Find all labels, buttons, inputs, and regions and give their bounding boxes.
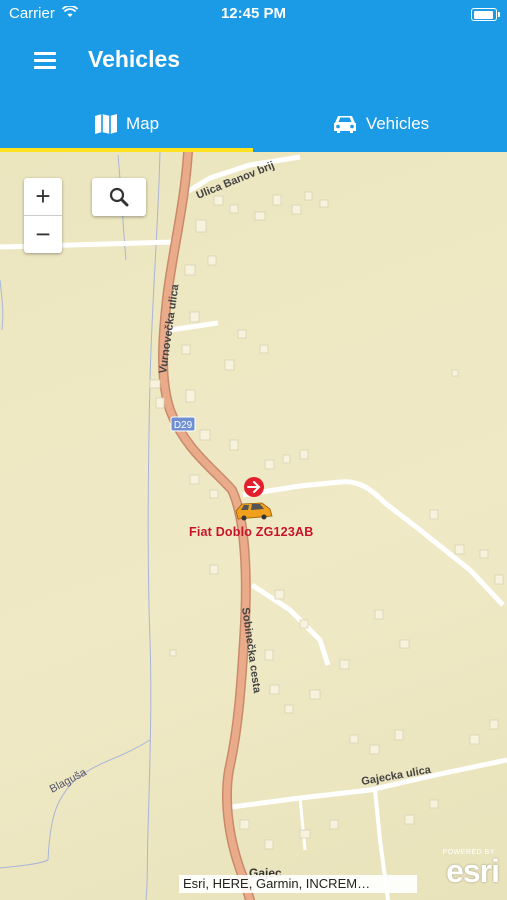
battery-icon [471,8,500,21]
vehicle-label[interactable]: Fiat Doblo ZG123AB [189,525,313,539]
esri-logo-brand: esri [446,853,500,889]
car-icon [333,115,356,133]
search-icon [109,187,129,207]
vehicle-direction-icon[interactable] [244,477,264,497]
tab-vehicles-label: Vehicles [365,113,430,133]
navigation-bar: Vehicles [0,30,507,90]
tab-map[interactable]: Map [0,95,253,152]
map-search-button[interactable] [92,178,146,216]
status-time: 12:45 PM [220,5,287,22]
vehicle-car-icon[interactable] [235,502,273,521]
road-shield-d29: D29 [174,420,193,431]
zoom-in-button[interactable]: + [24,178,62,216]
hamburger-menu-icon[interactable] [34,52,56,69]
zoom-control: + − [24,178,62,253]
map-icon [94,113,117,134]
status-bar: Carrier 12:45 PM [0,0,507,28]
tab-vehicles[interactable]: Vehicles [254,95,507,152]
zoom-out-button[interactable]: − [24,216,62,253]
map-attribution[interactable]: Esri, HERE, Garmin, INCREM… [179,875,417,893]
map-view[interactable]: D29 Ulica Banov brij Vurnovečka ulica So… [0,152,507,900]
tab-bar: Map Vehicles [0,95,507,152]
place-label: Blaguša [48,766,90,796]
tab-map-label: Map [125,113,160,133]
esri-logo: POWERED BY esri [423,849,500,891]
page-title: Vehicles [88,46,181,72]
app-header: Carrier 12:45 PM Vehicles Map Vehicles [0,0,507,152]
